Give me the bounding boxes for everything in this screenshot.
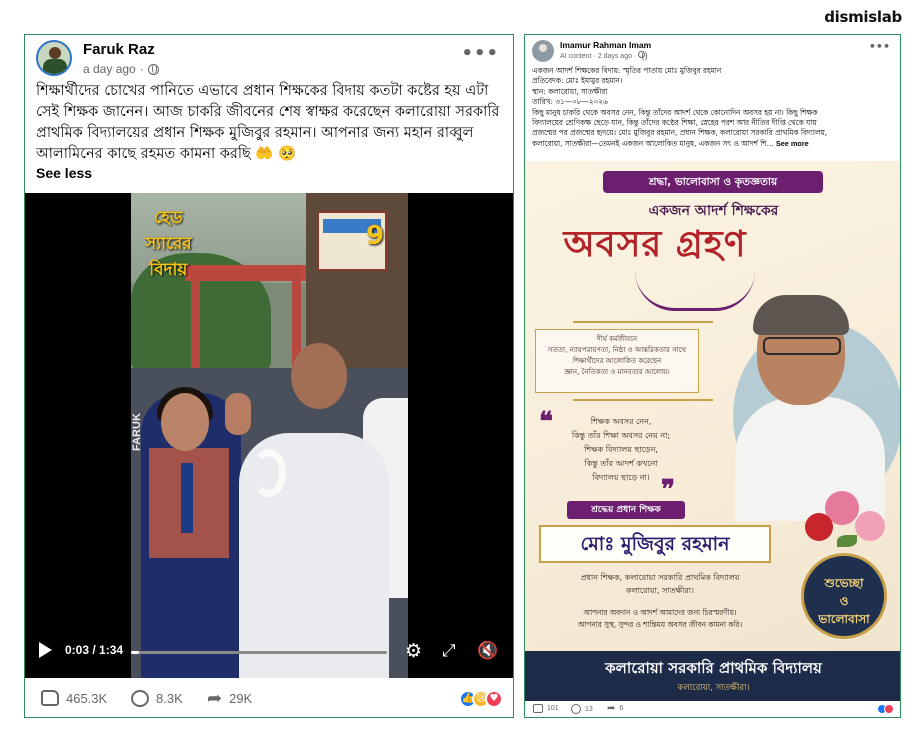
text-line: কিছু মানুষ চাকরি থেকে অবসর নেন, কিন্তু ত… [532,107,818,117]
see-more-link[interactable]: See more [776,139,809,148]
video-frame[interactable]: হেড স্যারের বিদায় 9 [131,193,408,678]
seek-bar[interactable] [131,651,387,654]
more-horizontal-icon[interactable]: ••• [461,43,499,64]
share-icon: ➦ [607,703,616,714]
share-icon: ➦ [207,688,223,708]
facebook-post-left: Faruk Raz a day ago · ••• শিক্ষার্থীদের … [24,34,514,718]
comment-button[interactable]: 8.3K [131,690,183,707]
post-actions: 465.3K 8.3K ➦ 29K 👍 😢 ♥ [25,680,513,717]
fullscreen-icon[interactable]: ⤢ [442,641,456,661]
author-name[interactable]: Imamur Rahman Imam [560,40,651,50]
like-icon [41,690,59,706]
poster-banner: শ্রদ্ধা, ভালোবাসা ও কৃতজ্ঞতায় [603,171,823,193]
watermark-logo-icon [252,449,286,497]
divider [573,399,713,401]
comment-count: 8.3K [156,691,183,706]
post-actions: 101 13 ➦ 6 [525,701,900,717]
comment-button[interactable]: 13 [571,704,593,714]
designation: প্রধান শিক্ষক, কলারোয়া সরকারি প্রাথমিক … [580,573,740,595]
globe-icon [147,63,159,75]
school-name: কলারোয়া সরকারি প্রাথমিক বিদ্যালয় [605,659,822,677]
comment-icon [131,690,149,707]
see-less-link[interactable]: See less [36,165,92,181]
role-banner: শ্রদ্ধেয় প্রধান শিক্ষক [567,501,685,519]
divider [573,321,713,323]
love-reaction-icon: ♥ [485,690,503,708]
love-reaction-icon [884,704,894,714]
wish-text: আপনার অবদান ও আদর্শ আমাদের জন্য চিরস্মরণ… [577,608,743,629]
video-overlay-text: হেড স্যারের বিদায় [145,208,192,280]
play-icon[interactable] [39,642,52,658]
gear-icon[interactable]: ⚙ [405,641,422,661]
leaf-icon [837,535,857,547]
globe-icon [638,51,648,61]
retirement-poster-image[interactable]: শ্রদ্ধা, ভালোবাসা ও কৃতজ্ঞতায় একজন আদর্… [525,161,900,701]
teacher-name: মোঃ মুজিবুর রহমান [539,525,771,563]
text-line: স্থান: কলারোয়া, সাতক্ষীরা [532,86,608,96]
channel-mark-icon: 9 [366,221,385,251]
facebook-post-right: Imamur Rahman Imam AI content · 2 days a… [524,34,901,718]
post-text: একজন আদর্শ শিক্ষকের বিদায়: স্মৃতির পাতা… [532,66,894,149]
author-name[interactable]: Faruk Raz [83,41,155,58]
like-button[interactable]: 465.3K [41,690,107,706]
comment-count: 13 [585,705,593,713]
text-line: তারিখ: ৩১—০৮—২০২৬ [532,97,608,107]
seek-progress [131,651,140,654]
like-count: 101 [547,705,559,712]
like-button[interactable]: 101 [533,704,559,713]
poster-title: অবসর গ্রহণ [563,223,747,265]
more-horizontal-icon[interactable]: ••• [869,40,890,53]
comparison-page: dismislab Faruk Raz a day ago · ••• শিক্… [0,0,924,750]
video-watermark: FARUK [131,413,143,451]
post-text: শিক্ষার্থীদের চোখের পানিতে এভাবে প্রধান … [36,83,500,162]
post-time[interactable]: a day ago [83,62,136,76]
school-banner: কলারোয়া সরকারি প্রাথমিক বিদ্যালয় কলারো… [525,651,900,701]
reaction-summary[interactable] [877,704,894,714]
flower-icon [855,511,885,541]
school-location: কলারোয়া, সাতক্ষীরা। [677,683,750,693]
text-line: প্রজন্মের পর প্রজন্মের হৃদয়ে। মোঃ মুজিব… [532,128,828,138]
post-meta: a day ago · [83,62,159,76]
share-count: 29K [229,690,253,706]
video-player[interactable]: হেড স্যারের বিদায় 9 FARUK 0:03 / 1:34 ⚙… [25,193,513,678]
brand-logo: dismislab [824,8,902,26]
post-meta: AI content · 2 days ago · [560,51,648,61]
video-time: 0:03 / 1:34 [65,643,124,657]
teacher-portrait [723,281,900,521]
text-line: প্রতিবেদক: মোঃ ইমামুর রহমান। [532,76,623,86]
mute-icon[interactable]: 🔇 [477,641,498,661]
flower-icon [805,513,833,541]
share-count: 6 [619,705,624,712]
share-button[interactable]: ➦ 29K [207,688,253,708]
greeting-badge: শুভেচ্ছা ও ভালোবাসা [801,553,887,639]
reaction-summary[interactable]: 👍 😢 ♥ [459,690,503,708]
career-box: দীর্ঘ কর্মজীবনে সততা, ন্যায়পরায়ণতা, নি… [535,329,699,393]
video-controls: 0:03 / 1:34 ⚙ ⤢ 🔇 [25,626,513,678]
avatar[interactable] [36,40,72,76]
text-line: বিদ্যালয়ের শ্রেণিকক্ষ ছেড়ে যান, কিন্তু… [532,118,817,128]
avatar[interactable] [532,40,554,62]
like-icon [533,704,543,713]
text-line: একজন আদর্শ শিক্ষকের বিদায়: স্মৃতির পাতা… [532,66,722,75]
share-button[interactable]: ➦ 6 [607,703,624,714]
text-line: কলারোয়া, সাতক্ষীরা—তেমনই একজন আলোকিত মা… [532,138,776,148]
comment-icon [571,704,581,714]
like-count: 465.3K [66,690,108,706]
